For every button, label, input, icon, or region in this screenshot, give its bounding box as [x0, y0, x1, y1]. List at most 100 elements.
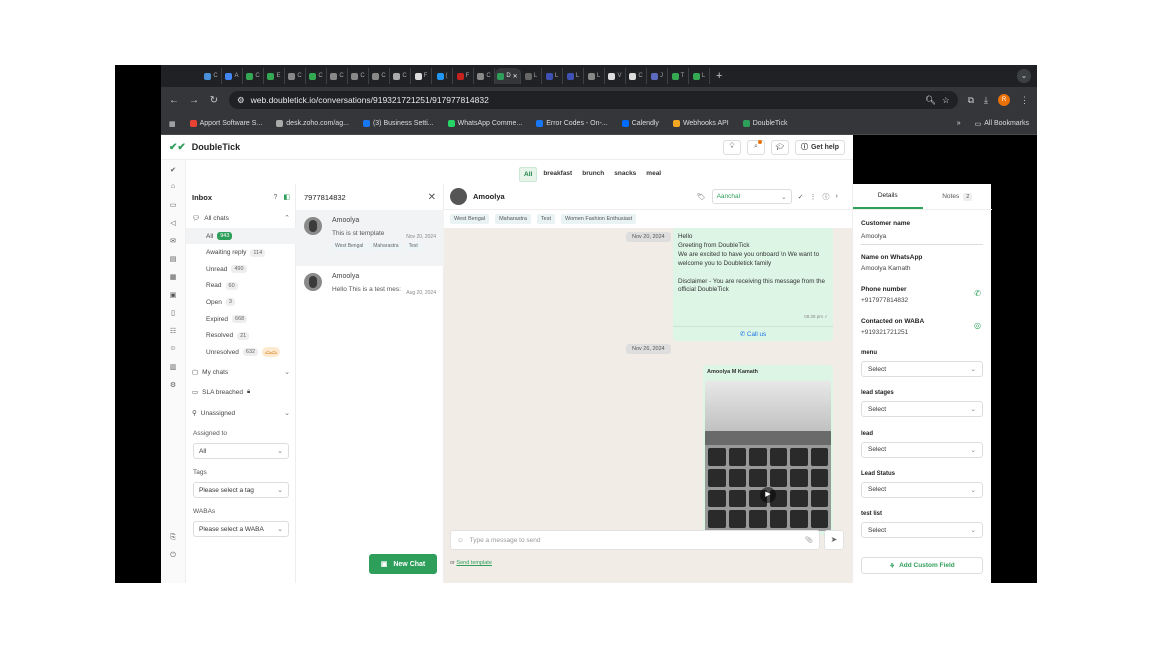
- emoji-icon[interactable]: ☺: [457, 537, 464, 544]
- custom-field-select[interactable]: Select ⌄: [861, 361, 983, 377]
- send-icon[interactable]: ➤: [824, 530, 844, 550]
- notifications-icon[interactable]: ⌕: [746, 139, 765, 155]
- custom-field-select[interactable]: Select ⌄: [861, 401, 983, 418]
- new-chat-button[interactable]: ▣ New Chat: [369, 554, 437, 574]
- bookmark-item[interactable]: Webhooks API: [672, 120, 729, 127]
- analytics-icon[interactable]: ▤: [168, 255, 178, 265]
- file-icon[interactable]: ▥: [168, 363, 178, 373]
- bookmark-star-icon[interactable]: ☆: [942, 95, 950, 106]
- all-chats-toggle[interactable]: 💬︎ All chats ⌃: [186, 210, 296, 226]
- browser-tab[interactable]: C: [369, 68, 390, 84]
- contact-tag[interactable]: West Bengal: [450, 214, 490, 224]
- browser-tab[interactable]: J: [647, 68, 668, 84]
- browser-tab[interactable]: V: [605, 68, 626, 84]
- browser-menu-icon[interactable]: ⋮: [1020, 95, 1029, 106]
- phone-icon[interactable]: ✆: [974, 289, 981, 298]
- message-composer[interactable]: ☺ Type a message to send 📎︎: [450, 530, 820, 550]
- sla-breached-item[interactable]: ▭ SLA breached 🔒︎: [186, 384, 296, 400]
- browser-tab[interactable]: L: [521, 68, 542, 84]
- chat-list-item[interactable]: Amoolya This is st template Nov 20, 2024 We…: [296, 210, 444, 266]
- browser-tab[interactable]: L: [584, 68, 605, 84]
- browser-tab[interactable]: (: [432, 68, 453, 84]
- chat-search-input[interactable]: 7977814832: [304, 193, 346, 202]
- site-info-icon[interactable]: ⚙: [237, 95, 245, 106]
- broadcast-icon[interactable]: ◁: [168, 219, 178, 229]
- bot-icon[interactable]: ☺: [168, 345, 178, 355]
- back-icon[interactable]: ←: [169, 95, 179, 106]
- filter-item[interactable]: Resolved 21: [186, 328, 296, 344]
- home-icon[interactable]: ⌂: [168, 183, 178, 193]
- whatsapp-icon[interactable]: ◎: [974, 321, 981, 330]
- my-chats-toggle[interactable]: ▢ My chats ⌄: [186, 364, 296, 380]
- browser-tab[interactable]: F: [411, 68, 432, 84]
- mail-icon[interactable]: ✉: [168, 237, 178, 247]
- table-icon[interactable]: ▦: [168, 273, 178, 283]
- collapse-panel-icon[interactable]: ◧: [283, 193, 290, 201]
- browser-tab[interactable]: C: [327, 68, 348, 84]
- filter-pill[interactable]: meal: [642, 167, 665, 182]
- browser-tab[interactable]: C: [285, 68, 306, 84]
- browser-tab[interactable]: C: [348, 68, 369, 84]
- message-input[interactable]: Type a message to send: [470, 537, 541, 544]
- all-bookmarks-button[interactable]: ▭ All Bookmarks: [975, 120, 1029, 128]
- resolve-check-icon[interactable]: ✓: [798, 193, 804, 201]
- customer-name-field[interactable]: Amoolya: [861, 233, 886, 240]
- address-bar[interactable]: ⚙ web.doubletick.io/conversations/919321…: [229, 91, 958, 109]
- assignee-select[interactable]: Aanchal ⌄: [711, 189, 792, 204]
- apps-grid-icon[interactable]: ▦: [169, 120, 176, 128]
- browser-tab[interactable]: T: [668, 68, 689, 84]
- more-options-icon[interactable]: ⋮: [809, 193, 816, 201]
- unassigned-toggle[interactable]: ⚲ Unassigned ⌄: [186, 405, 296, 421]
- download-icon[interactable]: ⤓: [984, 95, 988, 106]
- contact-name[interactable]: Amoolya: [473, 192, 505, 201]
- bulb-icon[interactable]: 💡︎: [722, 139, 741, 155]
- new-tab-button[interactable]: +: [716, 70, 722, 82]
- browser-tab[interactable]: F: [453, 68, 474, 84]
- add-custom-field-button[interactable]: ⚘ Add Custom Field: [861, 557, 983, 574]
- profile-avatar[interactable]: R: [998, 94, 1010, 106]
- bookmark-item[interactable]: (3) Business Setti...: [362, 120, 434, 127]
- calendar-icon[interactable]: ▣: [168, 291, 178, 301]
- browser-tab[interactable]: C: [306, 68, 327, 84]
- contact-tag[interactable]: Maharastra: [495, 214, 531, 224]
- tag-icon[interactable]: 🏷︎: [697, 193, 706, 201]
- tab-notes[interactable]: Notes 2: [923, 184, 993, 209]
- wabas-select[interactable]: Please select a WABA ⌄: [193, 521, 289, 537]
- export-icon[interactable]: ⎘: [168, 534, 178, 544]
- filter-item[interactable]: Awaiting reply 114: [186, 245, 296, 261]
- browser-tab[interactable]: C: [474, 68, 495, 84]
- filter-pill[interactable]: All: [519, 167, 538, 182]
- info-icon[interactable]: ⓘ: [822, 192, 829, 202]
- browser-tab[interactable]: D ✕: [495, 68, 521, 84]
- assigned-to-select[interactable]: All ⌄: [193, 443, 289, 459]
- bookmark-item[interactable]: DoubleTick: [742, 120, 788, 127]
- bookmark-item[interactable]: Apport Software S...: [189, 120, 262, 127]
- close-icon[interactable]: ✕: [428, 192, 436, 203]
- contact-avatar[interactable]: [450, 188, 467, 205]
- help-circle-icon[interactable]: ?: [273, 194, 277, 201]
- play-icon[interactable]: ▶: [760, 487, 776, 503]
- attach-icon[interactable]: 📎︎: [805, 536, 813, 544]
- custom-field-select[interactable]: Select ⌄: [861, 522, 983, 539]
- filter-item[interactable]: All 943: [186, 228, 296, 244]
- tab-details[interactable]: Details: [853, 184, 923, 209]
- tab-close-icon[interactable]: ✕: [513, 73, 518, 80]
- zoom-icon[interactable]: 🔍︎: [925, 95, 936, 106]
- browser-tab[interactable]: L: [689, 68, 710, 84]
- browser-tab[interactable]: C: [201, 68, 222, 84]
- call-us-button[interactable]: ✆ Call us: [673, 326, 833, 340]
- browser-tab[interactable]: L: [563, 68, 584, 84]
- document-icon[interactable]: ▯: [168, 309, 178, 319]
- custom-field-select[interactable]: Select ⌄: [861, 481, 983, 498]
- browser-tab[interactable]: C: [390, 68, 411, 84]
- filter-item[interactable]: Unread 490: [186, 261, 296, 277]
- team-icon[interactable]: ☷: [168, 327, 178, 337]
- filter-item[interactable]: Expired 668: [186, 311, 296, 327]
- browser-tab[interactable]: C: [243, 68, 264, 84]
- browser-tab[interactable]: C: [626, 68, 647, 84]
- tab-search-icon[interactable]: ⌄: [1017, 69, 1031, 83]
- filter-item[interactable]: Unresolved 632 ᯅᯅ: [186, 344, 296, 360]
- academy-icon[interactable]: 🎓︎: [770, 139, 789, 155]
- browser-tab[interactable]: A: [222, 68, 243, 84]
- browser-tab[interactable]: L: [542, 68, 563, 84]
